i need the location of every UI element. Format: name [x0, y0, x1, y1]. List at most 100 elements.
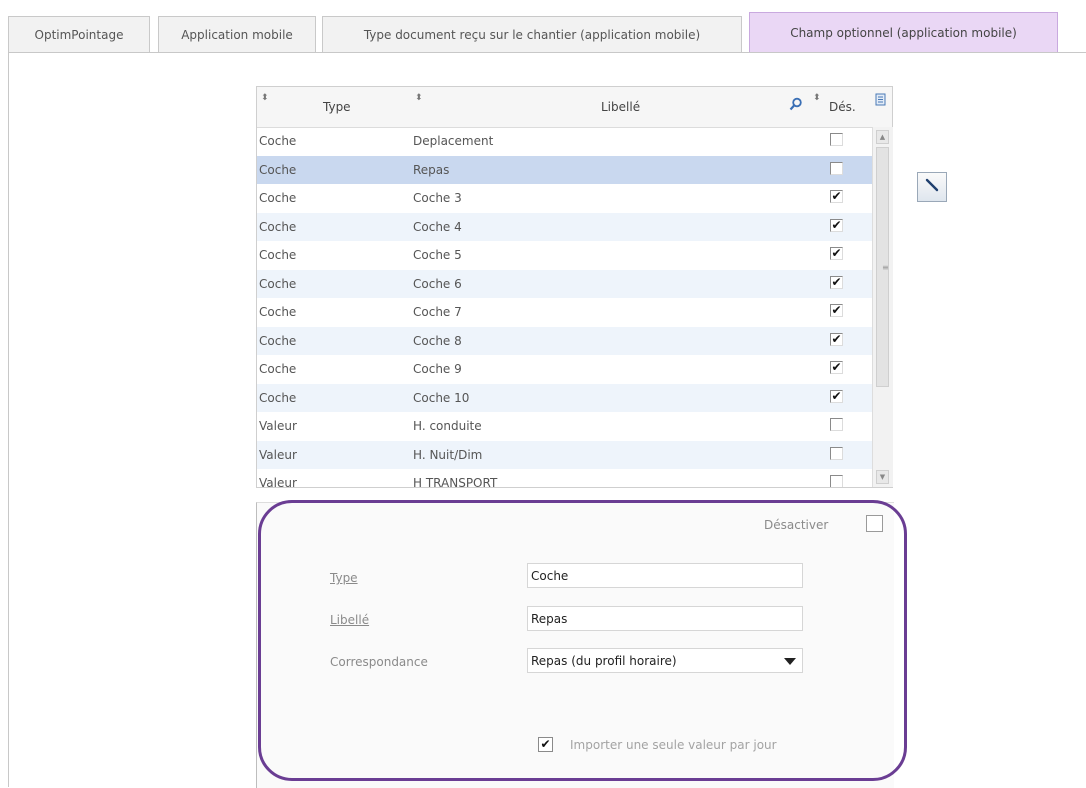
cell-type: Coche: [259, 333, 297, 348]
cell-libelle: Coche 7: [413, 305, 462, 319]
table-row[interactable]: Valeur H. Nuit/Dim: [257, 440, 872, 469]
des-checkbox[interactable]: [830, 475, 843, 487]
des-checkbox[interactable]: [830, 133, 843, 146]
edit-button[interactable]: [917, 172, 947, 202]
cell-libelle: Coche 9: [413, 362, 462, 376]
des-checkbox[interactable]: ✔: [830, 388, 843, 403]
table-row[interactable]: Coche Coche 10 ✔: [257, 383, 872, 412]
cell-type: Coche: [259, 191, 297, 205]
des-checkbox[interactable]: ✔: [830, 361, 843, 374]
table-row[interactable]: Coche Coche 5 ✔: [257, 241, 872, 270]
checkmark-icon: ✔: [831, 331, 842, 346]
tab-bar: OptimPointage Application mobile Type do…: [0, 0, 1086, 58]
cell-type: Coche: [259, 390, 297, 405]
type-field[interactable]: Coche: [527, 563, 803, 588]
tab-label: Type document reçu sur le chantier (appl…: [363, 27, 701, 42]
des-checkbox[interactable]: ✔: [830, 217, 843, 232]
cell-libelle: Deplacement: [413, 134, 494, 148]
export-icon[interactable]: [875, 93, 886, 109]
frame-border: [8, 52, 9, 787]
tab-optimpointage[interactable]: OptimPointage: [8, 16, 150, 52]
checkmark-icon: ✔: [831, 246, 842, 260]
cell-libelle: H. conduite: [413, 419, 482, 433]
tab-label: Application mobile: [181, 27, 293, 42]
checkmark-icon: ✔: [831, 303, 842, 317]
import-label: Importer une seule valeur par jour: [570, 738, 777, 752]
sort-icon[interactable]: ⬍: [261, 93, 269, 103]
des-checkbox[interactable]: [830, 418, 843, 431]
grid-rows: Coche Deplacement Coche Repas Coche Coche 3 ✔ C…: [257, 127, 872, 487]
table-row[interactable]: Coche Coche 9 ✔: [257, 355, 872, 384]
cell-type: Valeur: [259, 419, 297, 433]
grid-scrollbar[interactable]: ▲ ≡ ▼: [872, 127, 893, 487]
column-header-libelle[interactable]: Libellé: [601, 87, 640, 127]
cell-libelle: Repas: [413, 162, 450, 177]
sort-icon[interactable]: ⬍: [415, 93, 423, 103]
cell-type: Coche: [259, 219, 297, 234]
cell-type: Coche: [259, 248, 297, 262]
scroll-down-arrow-icon[interactable]: ▼: [876, 470, 889, 484]
cell-libelle: H TRANSPORT: [413, 476, 498, 487]
cell-libelle: H. Nuit/Dim: [413, 447, 483, 462]
table-row[interactable]: Coche Coche 7 ✔: [257, 298, 872, 327]
cell-type: Coche: [259, 362, 297, 376]
tab-champ-optionnel[interactable]: Champ optionnel (application mobile): [749, 12, 1058, 53]
table-row[interactable]: Coche Deplacement: [257, 127, 872, 156]
grid-header: ⬍ Type ⬍ Libellé ⬍ Dés.: [257, 87, 892, 128]
cell-libelle: Coche 10: [413, 390, 470, 405]
checkmark-icon: ✔: [831, 388, 842, 403]
table-row[interactable]: Valeur H TRANSPORT: [257, 469, 872, 487]
sort-icon[interactable]: ⬍: [813, 93, 821, 103]
tab-label: OptimPointage: [34, 27, 124, 42]
desactiver-checkbox[interactable]: [866, 515, 883, 532]
des-checkbox[interactable]: ✔: [830, 247, 843, 260]
column-label: Dés.: [829, 100, 856, 114]
table-row[interactable]: Valeur H. conduite: [257, 412, 872, 441]
cell-libelle: Coche 8: [413, 333, 462, 348]
des-checkbox[interactable]: [830, 161, 843, 175]
type-value: Coche: [531, 569, 569, 583]
cell-libelle: Coche 5: [413, 248, 462, 262]
des-checkbox[interactable]: [830, 446, 843, 460]
correspondance-label: Correspondance: [330, 655, 428, 669]
table-row[interactable]: Coche Coche 4 ✔: [257, 212, 872, 241]
tab-type-document[interactable]: Type document reçu sur le chantier (appl…: [322, 16, 742, 52]
checkmark-icon: ✔: [831, 217, 842, 232]
checkmark-icon: ✔: [831, 189, 842, 203]
des-checkbox[interactable]: ✔: [830, 190, 843, 203]
libelle-label: Libellé: [330, 613, 370, 627]
tab-application-mobile[interactable]: Application mobile: [158, 16, 316, 52]
type-label: Type: [330, 571, 358, 585]
table-row[interactable]: Coche Coche 8 ✔: [257, 326, 872, 355]
cell-type: Coche: [259, 305, 297, 319]
des-checkbox[interactable]: ✔: [830, 304, 843, 317]
tab-label: Champ optionnel (application mobile): [790, 26, 1017, 40]
cell-type: Coche: [259, 162, 297, 177]
search-icon[interactable]: [789, 97, 803, 114]
scroll-up-arrow-icon[interactable]: ▲: [876, 130, 889, 144]
table-row[interactable]: Coche Coche 3 ✔: [257, 184, 872, 213]
checkmark-icon: ✔: [540, 737, 551, 751]
des-checkbox[interactable]: ✔: [830, 331, 843, 346]
checkmark-icon: ✔: [831, 274, 842, 289]
cell-libelle: Coche 4: [413, 219, 462, 234]
chevron-down-icon: [784, 658, 796, 665]
cell-type: Coche: [259, 134, 297, 148]
cell-libelle: Coche 3: [413, 191, 462, 205]
import-checkbox[interactable]: ✔: [538, 737, 553, 752]
table-row[interactable]: Coche Repas: [257, 155, 872, 184]
scroll-thumb[interactable]: ≡: [876, 147, 889, 387]
libelle-value: Repas: [531, 612, 568, 626]
des-checkbox[interactable]: ✔: [830, 274, 843, 289]
table-row[interactable]: Coche Coche 6 ✔: [257, 269, 872, 298]
cell-type: Valeur: [259, 476, 297, 487]
cell-type: Valeur: [259, 447, 297, 462]
column-label: Type: [323, 100, 351, 114]
cell-libelle: Coche 6: [413, 276, 462, 291]
champ-grid: ⬍ Type ⬍ Libellé ⬍ Dés. Coche Deplacement…: [256, 86, 893, 488]
desactiver-label: Désactiver: [764, 518, 829, 532]
correspondance-select[interactable]: Repas (du profil horaire): [527, 648, 803, 673]
libelle-field[interactable]: Repas: [527, 606, 803, 631]
column-header-type[interactable]: Type: [323, 87, 351, 127]
column-header-des[interactable]: Dés.: [829, 87, 856, 127]
